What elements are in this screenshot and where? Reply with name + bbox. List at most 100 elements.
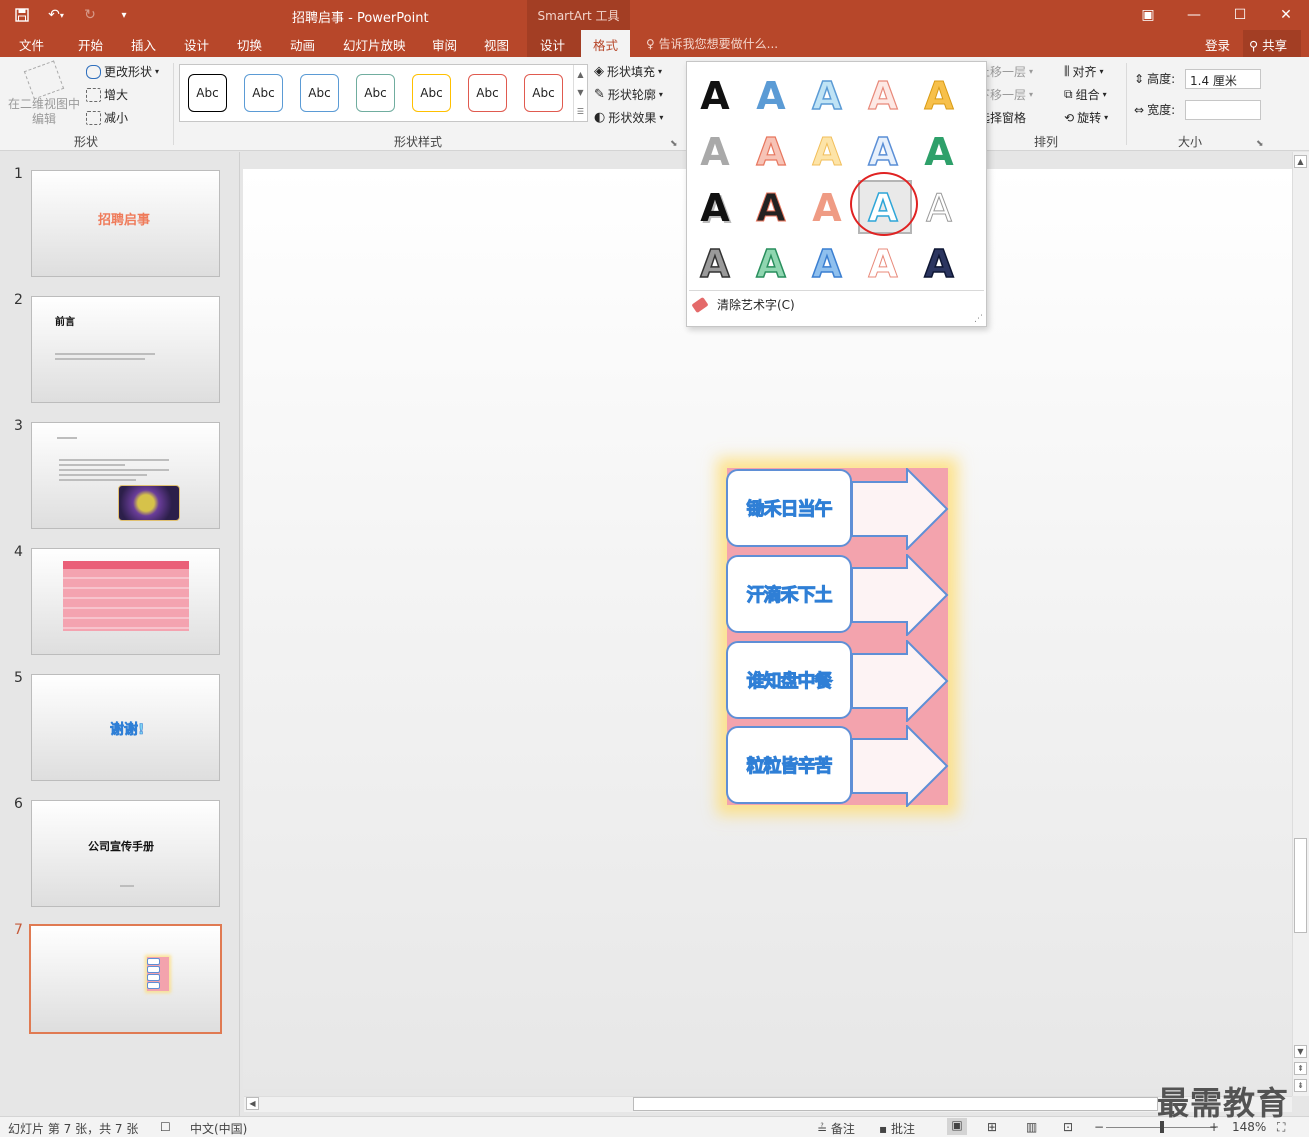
smartart-arrow-shape[interactable] xyxy=(851,640,949,722)
smaller-button[interactable]: 减小 xyxy=(86,109,128,126)
reading-view-icon[interactable]: ▥ xyxy=(1026,1120,1037,1134)
tab-format[interactable]: 格式 xyxy=(581,30,631,57)
wordart-style[interactable]: A xyxy=(688,125,742,179)
tab-transitions[interactable]: 切换 xyxy=(237,35,262,54)
shape-outline-button[interactable]: ✎ 形状轮廓 ▾ xyxy=(594,86,663,103)
tab-slideshow[interactable]: 幻灯片放映 xyxy=(343,35,406,54)
login-link[interactable]: 登录 xyxy=(1205,35,1230,54)
scroll-down-icon[interactable]: ▼ xyxy=(1294,1045,1307,1058)
accessibility-icon[interactable]: ☐ xyxy=(160,1120,171,1134)
more-icon[interactable]: ☰ xyxy=(577,107,584,116)
customize-icon[interactable]: ▾ xyxy=(110,4,138,26)
tell-me-box[interactable]: ♀ 告诉我您想要做什么... xyxy=(646,35,778,52)
tab-insert[interactable]: 插入 xyxy=(131,35,156,54)
scroll-left-icon[interactable]: ◀ xyxy=(246,1097,259,1110)
wordart-style[interactable]: A xyxy=(744,69,798,123)
gallery-scroll[interactable]: ▲ ▼ ☰ xyxy=(573,65,587,121)
tab-review[interactable]: 审阅 xyxy=(432,35,457,54)
shape-style-swatch[interactable]: Abc xyxy=(468,74,507,112)
shape-style-swatch[interactable]: Abc xyxy=(300,74,339,112)
wordart-style[interactable]: A xyxy=(800,237,854,291)
smartart-text-box[interactable]: 汗滴禾下土 xyxy=(726,555,852,633)
width-input[interactable] xyxy=(1185,100,1261,120)
redo-icon[interactable]: ↻ xyxy=(76,4,104,26)
wordart-style[interactable]: A xyxy=(912,237,966,291)
change-shape-button[interactable]: 更改形状 ▾ xyxy=(86,63,159,80)
clear-wordart-button[interactable]: 清除艺术字(C) xyxy=(691,296,795,313)
slideshow-icon[interactable]: ⊡ xyxy=(1063,1120,1073,1134)
smartart-text-box[interactable]: 谁知盘中餐 xyxy=(726,641,852,719)
slide-thumbnail-2[interactable]: 前言 xyxy=(31,296,220,403)
wordart-style[interactable]: A xyxy=(688,237,742,291)
wordart-style[interactable]: A xyxy=(744,181,798,235)
slide-thumbnail-4[interactable] xyxy=(31,548,220,655)
undo-icon[interactable]: ↶ ▾ xyxy=(42,4,70,26)
dialog-launcher-icon[interactable]: ⬊ xyxy=(1256,139,1264,149)
horizontal-scroll-thumb[interactable] xyxy=(633,1097,1158,1111)
shape-style-swatch[interactable]: Abc xyxy=(356,74,395,112)
wordart-style[interactable]: A xyxy=(800,69,854,123)
slide-thumbnail-7[interactable] xyxy=(29,924,222,1034)
tab-home[interactable]: 开始 xyxy=(78,35,103,54)
wordart-style[interactable]: A xyxy=(800,181,854,235)
minimize-icon[interactable]: — xyxy=(1171,0,1217,30)
wordart-style[interactable]: A xyxy=(688,69,742,123)
shape-fill-button[interactable]: ◈ 形状填充 ▾ xyxy=(594,63,662,80)
slide-thumbnail-6[interactable]: 公司宣传手册 xyxy=(31,800,220,907)
vertical-scrollbar[interactable] xyxy=(1292,152,1309,1096)
scroll-up-icon[interactable]: ▲ xyxy=(1294,155,1307,168)
tab-smartart-design[interactable]: 设计 xyxy=(540,35,565,54)
slide-thumbnail-1[interactable]: 招聘启事 xyxy=(31,170,220,277)
edit-in-2d-button[interactable]: 在二维视图中编辑 xyxy=(6,60,82,127)
tab-design[interactable]: 设计 xyxy=(184,35,209,54)
wordart-style[interactable]: A xyxy=(912,125,966,179)
height-input[interactable]: 1.4 厘米 xyxy=(1185,69,1261,89)
normal-view-icon[interactable]: ▣ xyxy=(947,1118,967,1135)
group-button[interactable]: ⧉ 组合 ▾ xyxy=(1064,86,1107,103)
next-slide-icon[interactable]: ⇟ xyxy=(1294,1079,1307,1092)
smartart-arrow-shape[interactable] xyxy=(851,468,949,550)
chevron-up-icon[interactable]: ▲ xyxy=(577,70,583,79)
wordart-style[interactable]: A xyxy=(800,125,854,179)
shape-style-swatch[interactable]: Abc xyxy=(412,74,451,112)
maximize-icon[interactable]: ☐ xyxy=(1217,0,1263,30)
shape-effects-button[interactable]: ◐ 形状效果 ▾ xyxy=(594,109,663,126)
shape-style-swatch[interactable]: Abc xyxy=(524,74,563,112)
larger-button[interactable]: 增大 xyxy=(86,86,128,103)
wordart-style[interactable]: A xyxy=(688,181,742,235)
wordart-style[interactable]: A xyxy=(856,69,910,123)
tab-file[interactable]: 文件 xyxy=(19,35,44,54)
chevron-down-icon[interactable]: ▼ xyxy=(577,88,583,97)
wordart-style[interactable]: A xyxy=(744,125,798,179)
smartart-text-box[interactable]: 锄禾日当午 xyxy=(726,469,852,547)
comments-button[interactable]: ▪ 批注 xyxy=(879,1120,915,1137)
wordart-style[interactable]: A xyxy=(856,125,910,179)
align-button[interactable]: ⫼ 对齐 ▾ xyxy=(1064,63,1104,80)
smartart-arrow-shape[interactable] xyxy=(851,554,949,636)
smartart-arrow-shape[interactable] xyxy=(851,725,949,807)
slide-thumbnail-3[interactable] xyxy=(31,422,220,529)
share-button[interactable]: ⚲ 共享 xyxy=(1243,30,1301,57)
ribbon-display-options-icon[interactable]: ▣ xyxy=(1125,0,1171,30)
dialog-launcher-icon[interactable]: ⬊ xyxy=(670,139,678,149)
shape-style-swatch[interactable]: Abc xyxy=(188,74,227,112)
zoom-out-icon[interactable]: − xyxy=(1094,1120,1104,1134)
save-icon[interactable] xyxy=(8,4,36,26)
wordart-style[interactable]: A xyxy=(744,237,798,291)
slide-sorter-icon[interactable]: ⊞ xyxy=(987,1120,997,1134)
slide-thumbnail-5[interactable]: 谢谢! xyxy=(31,674,220,781)
rotate-button[interactable]: ⟲ 旋转 ▾ xyxy=(1064,109,1108,126)
wordart-style[interactable]: A xyxy=(912,181,966,235)
resize-grip-icon[interactable]: ⋰ xyxy=(974,314,983,324)
tab-view[interactable]: 视图 xyxy=(484,35,509,54)
close-icon[interactable]: ✕ xyxy=(1263,0,1309,30)
previous-slide-icon[interactable]: ⇞ xyxy=(1294,1062,1307,1075)
notes-button[interactable]: ≟ 备注 xyxy=(817,1120,855,1137)
wordart-style[interactable]: A xyxy=(856,237,910,291)
vertical-scroll-thumb[interactable] xyxy=(1294,838,1307,933)
tab-animations[interactable]: 动画 xyxy=(290,35,315,54)
smartart-text-box[interactable]: 粒粒皆辛苦 xyxy=(726,726,852,804)
shape-style-swatch[interactable]: Abc xyxy=(244,74,283,112)
wordart-style[interactable]: A xyxy=(912,69,966,123)
language-status[interactable]: 中文(中国) xyxy=(190,1120,247,1137)
